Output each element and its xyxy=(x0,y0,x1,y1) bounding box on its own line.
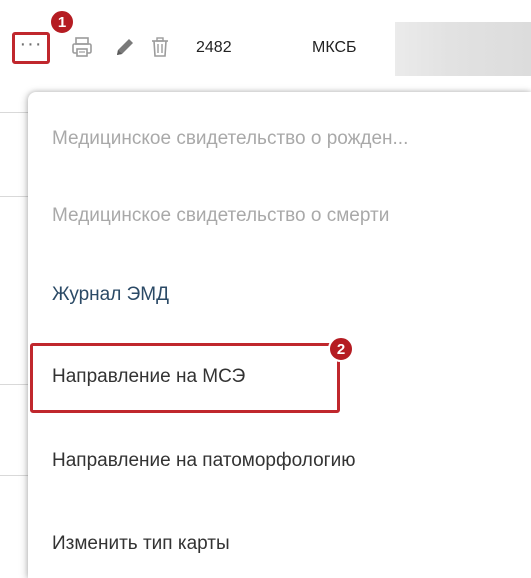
menu-item-mse-referral[interactable]: Направление на МСЭ xyxy=(52,366,245,388)
row-type: МКСБ xyxy=(312,39,357,56)
pencil-icon[interactable] xyxy=(113,35,137,59)
context-menu: Медицинское свидетельство о рожден... Ме… xyxy=(28,92,531,578)
divider xyxy=(0,196,28,197)
step-badge-2: 2 xyxy=(328,336,354,362)
table-row: ··· 2482 МКСБ xyxy=(0,0,531,90)
menu-item-pathomorphology-referral[interactable]: Направление на патоморфологию xyxy=(52,450,355,472)
blurred-cell xyxy=(395,22,531,76)
row-number: 2482 xyxy=(196,39,232,56)
more-actions-button[interactable]: ··· xyxy=(12,32,50,64)
divider xyxy=(0,384,28,385)
divider xyxy=(0,475,28,476)
print-icon[interactable] xyxy=(70,35,94,59)
menu-item-birth-certificate[interactable]: Медицинское свидетельство о рожден... xyxy=(52,128,408,150)
menu-item-emd-journal[interactable]: Журнал ЭМД xyxy=(52,284,169,306)
divider xyxy=(0,112,28,113)
menu-item-change-card-type[interactable]: Изменить тип карты xyxy=(52,533,230,555)
more-horizontal-icon: ··· xyxy=(19,33,43,55)
trash-icon[interactable] xyxy=(148,35,172,59)
menu-item-death-certificate[interactable]: Медицинское свидетельство о смерти xyxy=(52,205,389,227)
step-badge-1: 1 xyxy=(49,9,75,35)
